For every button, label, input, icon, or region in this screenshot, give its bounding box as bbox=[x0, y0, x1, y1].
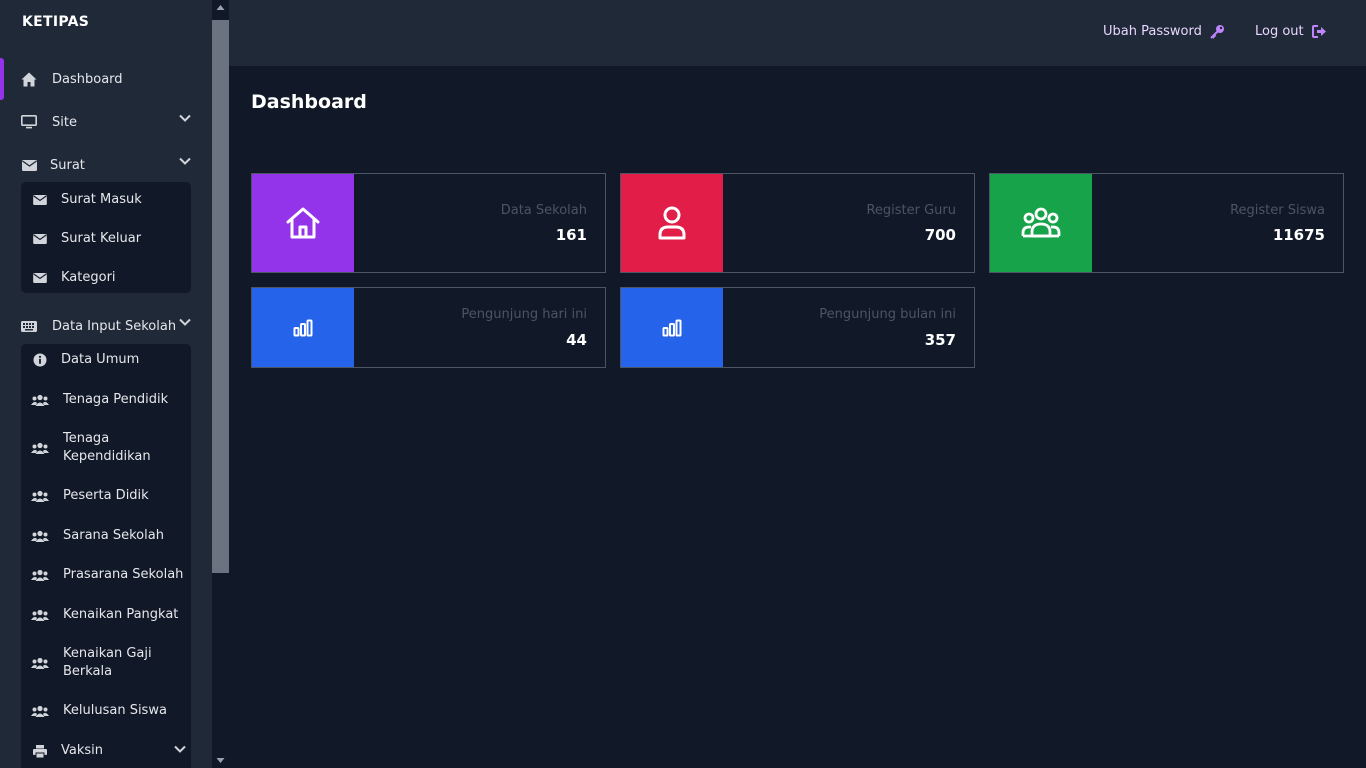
stat-card-icon-box bbox=[252, 288, 354, 367]
scroll-down-arrow-icon[interactable] bbox=[216, 757, 225, 766]
sidebar-item-tenaga-kependidikan[interactable]: Tenaga Kependidikan bbox=[31, 430, 186, 466]
envelope-icon bbox=[31, 273, 49, 283]
sidebar-item-peserta-didik[interactable]: Peserta Didik bbox=[31, 487, 186, 505]
sidebar-item-data-umum[interactable]: Data Umum bbox=[31, 351, 186, 369]
stat-card-value: 700 bbox=[924, 226, 956, 244]
keyboard-icon bbox=[21, 318, 37, 334]
sidebar-item-label: Peserta Didik bbox=[63, 488, 149, 503]
bar-chart-icon bbox=[293, 319, 313, 337]
sidebar-item-label: Sarana Sekolah bbox=[63, 528, 164, 543]
stat-card-value: 357 bbox=[924, 331, 956, 349]
monitor-icon bbox=[21, 114, 37, 130]
sidebar-item-label: Site bbox=[52, 114, 77, 130]
sidebar-item-kelulusan-siswa[interactable]: Kelulusan Siswa bbox=[31, 702, 186, 720]
sidebar-item-prasarana-sekolah[interactable]: Prasarana Sekolah bbox=[31, 566, 186, 584]
logout-link[interactable]: Log out bbox=[1255, 24, 1327, 39]
stat-card-label: Register Guru bbox=[866, 203, 956, 218]
sidebar-item-kategori[interactable]: Kategori bbox=[31, 269, 186, 287]
sidebar-item-label: Surat Keluar bbox=[61, 231, 142, 246]
logout-label: Log out bbox=[1255, 24, 1304, 39]
data-input-submenu: Data Umum Tenaga Pendidik Tenaga Kependi… bbox=[21, 344, 191, 768]
stat-card-label: Register Siswa bbox=[1230, 203, 1325, 218]
sidebar-item-label: Kenaikan Gaji Berkala bbox=[63, 646, 152, 679]
sidebar-item-label: Surat bbox=[50, 157, 85, 173]
stat-card-register-guru[interactable]: Register Guru 700 bbox=[620, 173, 975, 273]
sidebar-item-surat-masuk[interactable]: Surat Masuk bbox=[31, 191, 186, 209]
sidebar-item-tenaga-pendidik[interactable]: Tenaga Pendidik bbox=[31, 391, 186, 409]
envelope-icon bbox=[31, 195, 49, 205]
sidebar-item-kenaikan-gaji-berkala[interactable]: Kenaikan Gaji Berkala bbox=[31, 645, 186, 681]
chevron-down-icon bbox=[179, 114, 191, 122]
users-icon bbox=[31, 705, 49, 718]
users-icon bbox=[31, 609, 49, 622]
stat-card-label: Data Sekolah bbox=[500, 203, 587, 218]
printer-icon bbox=[31, 744, 49, 758]
stat-card-icon-box bbox=[621, 174, 723, 272]
bar-chart-icon bbox=[662, 319, 682, 337]
users-icon bbox=[31, 530, 49, 543]
sidebar-item-label: Prasarana Sekolah bbox=[63, 567, 184, 582]
sidebar-item-sarana-sekolah[interactable]: Sarana Sekolah bbox=[31, 527, 186, 545]
sidebar-scrollbar-thumb[interactable] bbox=[212, 20, 229, 573]
stat-card-icon-box bbox=[621, 288, 723, 367]
chevron-down-icon bbox=[179, 318, 191, 326]
active-indicator bbox=[0, 58, 4, 100]
users-icon bbox=[31, 394, 49, 407]
home-icon bbox=[21, 71, 37, 87]
page-title: Dashboard bbox=[251, 91, 367, 113]
change-password-label: Ubah Password bbox=[1103, 24, 1202, 39]
scroll-up-arrow-icon[interactable] bbox=[216, 4, 225, 13]
sidebar-item-label: Surat Masuk bbox=[61, 192, 142, 207]
sidebar: KETIPAS Dashboard Site Surat Surat Masuk… bbox=[0, 0, 212, 768]
chevron-down-icon bbox=[174, 745, 186, 753]
users-icon bbox=[31, 569, 49, 582]
sidebar-item-label: Tenaga Kependidikan bbox=[63, 431, 151, 464]
stat-card-icon-box bbox=[990, 174, 1092, 272]
stat-card-pengunjung-bulan-ini[interactable]: Pengunjung bulan ini 357 bbox=[620, 287, 975, 368]
sidebar-item-site[interactable]: Site bbox=[21, 110, 191, 134]
stat-card-value: 161 bbox=[555, 226, 587, 244]
sidebar-item-data-input-sekolah[interactable]: Data Input Sekolah bbox=[21, 314, 191, 338]
sidebar-item-label: Tenaga Pendidik bbox=[63, 392, 169, 407]
sign-out-icon bbox=[1311, 25, 1327, 38]
sidebar-item-surat[interactable]: Surat bbox=[21, 153, 191, 177]
stat-card-label: Pengunjung hari ini bbox=[461, 307, 587, 322]
sidebar-item-label: Kategori bbox=[61, 270, 116, 285]
users-icon bbox=[31, 657, 49, 670]
surat-submenu: Surat Masuk Surat Keluar Kategori bbox=[21, 182, 191, 293]
sidebar-item-label: Kelulusan Siswa bbox=[63, 703, 167, 718]
stat-card-label: Pengunjung bulan ini bbox=[819, 307, 956, 322]
envelope-icon bbox=[31, 234, 49, 244]
app-brand[interactable]: KETIPAS bbox=[22, 14, 89, 30]
stat-card-value: 11675 bbox=[1272, 226, 1325, 244]
sidebar-item-label: Data Umum bbox=[61, 352, 140, 367]
stat-card-data-sekolah[interactable]: Data Sekolah 161 bbox=[251, 173, 606, 273]
users-icon bbox=[31, 490, 49, 503]
stat-card-value: 44 bbox=[566, 331, 587, 349]
stat-card-icon-box bbox=[252, 174, 354, 272]
stat-card-register-siswa[interactable]: Register Siswa 11675 bbox=[989, 173, 1344, 273]
sidebar-item-label: Kenaikan Pangkat bbox=[63, 607, 179, 622]
sidebar-item-label: Vaksin bbox=[61, 743, 104, 758]
home-icon bbox=[285, 206, 321, 240]
stat-card-pengunjung-hari-ini[interactable]: Pengunjung hari ini 44 bbox=[251, 287, 606, 368]
sidebar-item-dashboard[interactable]: Dashboard bbox=[21, 67, 191, 91]
change-password-link[interactable]: Ubah Password bbox=[1103, 24, 1225, 39]
key-icon bbox=[1210, 24, 1225, 39]
sidebar-item-label: Data Input Sekolah bbox=[52, 318, 177, 334]
info-circle-icon bbox=[31, 353, 49, 367]
users-group-icon bbox=[1021, 207, 1061, 239]
user-icon bbox=[657, 206, 687, 240]
sidebar-item-vaksin[interactable]: Vaksin bbox=[31, 742, 186, 760]
chevron-down-icon bbox=[179, 157, 191, 165]
top-bar: Ubah Password Log out bbox=[229, 0, 1366, 66]
users-icon bbox=[31, 442, 49, 455]
sidebar-item-kenaikan-pangkat[interactable]: Kenaikan Pangkat bbox=[31, 606, 186, 624]
sidebar-item-surat-keluar[interactable]: Surat Keluar bbox=[31, 230, 186, 248]
sidebar-item-label: Dashboard bbox=[52, 71, 123, 87]
envelope-icon bbox=[21, 157, 37, 173]
